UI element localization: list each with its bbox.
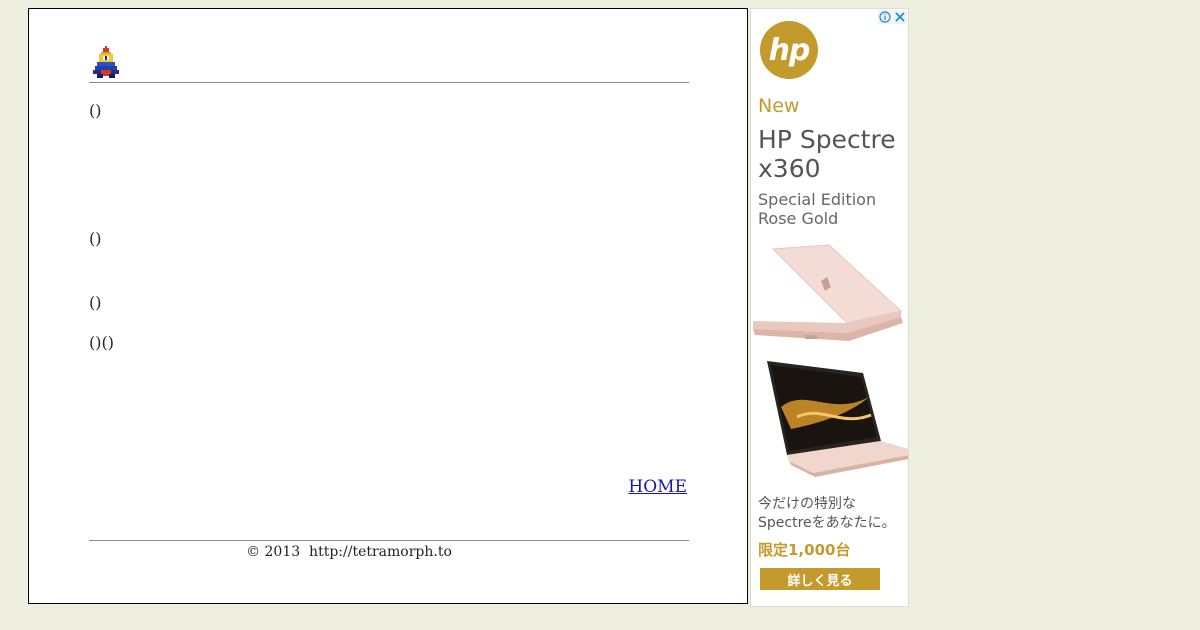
advertisement-banner[interactable]: hp New HP Spectre x360 Special Edition R… (750, 8, 909, 607)
paragraph-1: () (89, 101, 102, 120)
ad-title: HP Spectre x360 (758, 125, 908, 183)
ad-subtitle-line2: Rose Gold (758, 209, 839, 228)
footer-copyright: © 2013 http://tetramorph.to (246, 544, 452, 560)
main-content-panel: () () () ()() HOME © 2013 http://tetramo… (28, 8, 748, 604)
hp-logo-text: hp (768, 32, 811, 68)
ad-limited-label: 限定1,000台 (758, 541, 851, 559)
close-icon[interactable] (893, 10, 907, 24)
paragraph-2: () (89, 229, 102, 248)
laptop-open-image (767, 361, 908, 477)
ad-new-label: New (758, 95, 800, 117)
ad-jp-line1: 今だけの特別な (758, 496, 856, 512)
ad-title-line2: x360 (758, 154, 821, 183)
paragraph-4: ()() (89, 333, 114, 352)
laptop-closed-image (753, 244, 903, 341)
ad-subtitle-line1: Special Edition (758, 190, 877, 209)
top-divider (89, 82, 689, 83)
ad-subtitle: Special Edition Rose Gold (758, 190, 908, 228)
hp-logo[interactable]: hp (760, 21, 818, 79)
ad-japanese-copy: 今だけの特別な Spectreをあなたに。 (758, 495, 908, 533)
home-link[interactable]: HOME (628, 477, 687, 497)
info-icon[interactable] (878, 10, 892, 24)
ad-details-button[interactable]: 詳しく見る (760, 568, 880, 590)
ad-jp-line2: Spectreをあなたに。 (758, 515, 896, 531)
ad-controls (878, 10, 907, 24)
bottom-divider (89, 540, 689, 541)
paragraph-3: () (89, 293, 102, 312)
ad-title-line1: HP Spectre (758, 125, 896, 154)
pixel-figure-icon (93, 46, 119, 78)
